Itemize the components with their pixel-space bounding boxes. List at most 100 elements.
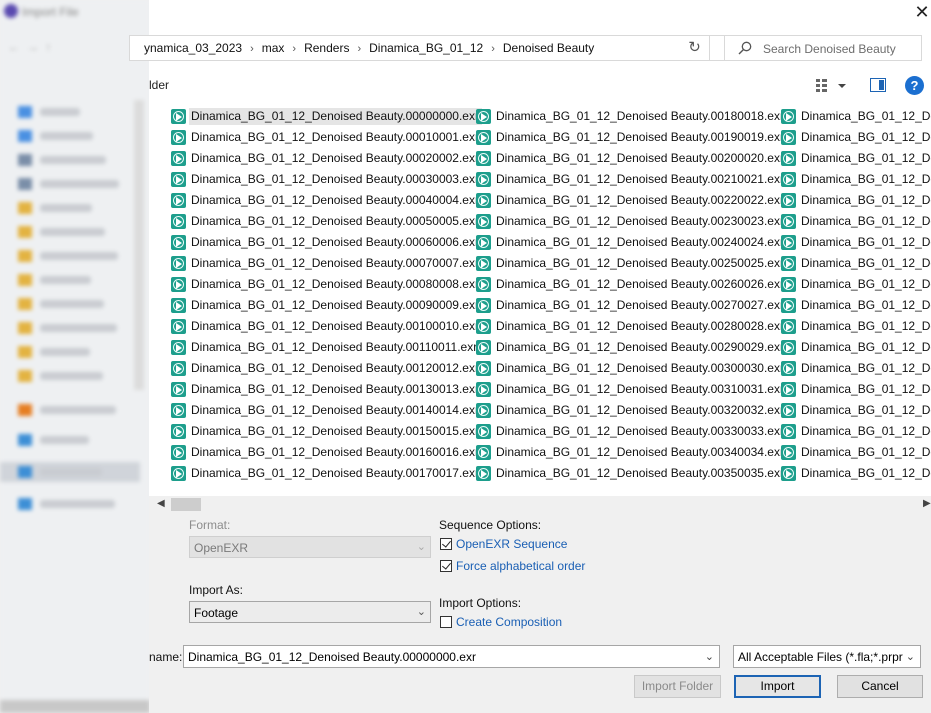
video-file-icon [171, 256, 186, 271]
sidebar-item[interactable]: Media [18, 346, 128, 358]
sidebar-item[interactable]: This PC [18, 466, 128, 478]
preview-pane-icon[interactable] [870, 78, 886, 92]
video-file-icon [476, 361, 491, 376]
import-as-select[interactable]: Footage ⌄ [189, 601, 431, 623]
video-file-icon [171, 235, 186, 250]
scrollbar-thumb[interactable] [171, 498, 201, 511]
sidebar-item[interactable]: Assets [18, 250, 128, 262]
sidebar-item[interactable]: Downloads [18, 130, 128, 142]
sidebar-item[interactable]: Desktop [18, 106, 128, 118]
new-folder-button[interactable]: lder [149, 78, 169, 92]
file-name: Dinamica_BG_01_12_Den [801, 277, 931, 291]
file-name: Dinamica_BG_01_12_Denoised Beauty.000700… [191, 256, 479, 270]
file-name-value[interactable]: Dinamica_BG_01_12_Denoised Beauty.000000… [188, 650, 476, 664]
file-name: Dinamica_BG_01_12_Denoised Beauty.002100… [496, 172, 784, 186]
breadcrumb-item[interactable]: ynamica_03_2023 [144, 41, 242, 55]
video-file-icon [476, 445, 491, 460]
force-alphabetical-label[interactable]: Force alphabetical order [456, 559, 585, 573]
import-button[interactable]: Import [734, 675, 821, 698]
breadcrumb-item[interactable]: max [262, 41, 285, 55]
file-name: Dinamica_BG_01_12_Denoised Beauty.003400… [496, 445, 784, 459]
file-type-select[interactable]: All Acceptable Files (*.fla;*.prpr ⌄ [733, 645, 921, 668]
import-as-value: Footage [194, 606, 239, 620]
file-name: Dinamica_BG_01_12_Denoised Beauty.000000… [189, 108, 482, 125]
file-name: Dinamica_BG_01_12_Den [801, 235, 931, 249]
sidebar-item[interactable]: Library [18, 322, 128, 334]
folder-icon [18, 298, 32, 310]
sidebar-item-label: This PC [40, 468, 102, 476]
sidebar-item-label: Textures [40, 276, 91, 284]
file-name: Dinamica_BG_01_12_Denoised Beauty.001200… [191, 361, 479, 375]
create-composition-label[interactable]: Create Composition [456, 615, 562, 629]
file-name-label: name: [149, 650, 183, 664]
folder-icon [18, 466, 32, 478]
scroll-right-icon[interactable]: ▶ [923, 498, 931, 509]
file-name: Dinamica_BG_01_12_Den [801, 466, 931, 480]
video-file-icon [171, 109, 186, 124]
search-box[interactable] [724, 35, 922, 61]
file-name: Dinamica_BG_01_12_Den [801, 172, 931, 186]
checkbox-unchecked[interactable] [440, 616, 452, 628]
sidebar-item-label: Projects [40, 228, 105, 236]
search-icon [738, 41, 752, 55]
chevron-right-icon: › [357, 43, 362, 55]
file-name: Dinamica_BG_01_12_Denoised Beauty.000900… [191, 298, 479, 312]
horizontal-scrollbar[interactable]: ◀ ▶ [149, 496, 931, 513]
video-file-icon [171, 445, 186, 460]
video-file-icon [781, 235, 796, 250]
video-file-icon [476, 256, 491, 271]
sidebar-item[interactable]: Pictures [18, 178, 128, 190]
video-file-icon [476, 109, 491, 124]
help-icon[interactable]: ? [905, 76, 924, 95]
video-file-icon [781, 214, 796, 229]
sidebar-item[interactable]: OneDrive [18, 434, 128, 446]
checkbox-checked[interactable] [440, 538, 452, 550]
scroll-left-icon[interactable]: ◀ [157, 498, 165, 509]
sidebar-item-label: Pictures [40, 180, 119, 188]
video-file-icon [781, 361, 796, 376]
close-icon[interactable]: ✕ [913, 3, 931, 21]
file-name: Dinamica_BG_01_12_Denoised Beauty.002000… [496, 151, 784, 165]
video-file-icon [476, 403, 491, 418]
file-name: Dinamica_BG_01_12_Denoised Beauty.002700… [496, 298, 784, 312]
breadcrumb-item[interactable]: Denoised Beauty [503, 41, 594, 55]
view-options-icon[interactable] [814, 76, 852, 94]
file-name: Dinamica_BG_01_12_Denoised Beauty.001600… [191, 445, 479, 459]
cancel-button[interactable]: Cancel [837, 675, 923, 698]
file-type-value: All Acceptable Files (*.fla;*.prpr [738, 650, 903, 664]
file-name: Dinamica_BG_01_12_Denoised Beauty.000500… [191, 214, 479, 228]
video-file-icon [171, 403, 186, 418]
file-name: Dinamica_BG_01_12_Denoised Beauty.000300… [191, 172, 479, 186]
breadcrumb-item[interactable]: Dinamica_BG_01_12 [369, 41, 483, 55]
chevron-down-icon: ⌄ [416, 606, 426, 618]
video-file-icon [781, 277, 796, 292]
file-name: Dinamica_BG_01_12_Denoised Beauty.001800… [496, 109, 784, 123]
nav-buttons: ← → ↑ [8, 40, 52, 54]
chevron-down-icon[interactable]: ⌄ [705, 650, 714, 663]
sidebar-item[interactable]: Movies [18, 202, 128, 214]
app-icon [4, 4, 18, 18]
search-input[interactable] [761, 39, 920, 59]
sidebar-item[interactable]: Documents [18, 154, 128, 166]
sidebar-item[interactable]: Textures [18, 274, 128, 286]
sidebar-item[interactable]: Network [18, 498, 128, 510]
video-file-icon [476, 340, 491, 355]
sidebar-item[interactable]: Projects [18, 226, 128, 238]
sidebar-item[interactable]: Renders [18, 298, 128, 310]
refresh-icon[interactable]: ↻ [680, 35, 710, 61]
sidebar-item[interactable]: Models [18, 370, 128, 382]
openexr-sequence-label[interactable]: OpenEXR Sequence [456, 537, 567, 551]
file-name-combobox[interactable]: Dinamica_BG_01_12_Denoised Beauty.000000… [183, 645, 720, 668]
video-file-icon [171, 214, 186, 229]
file-name: Dinamica_BG_01_12_Den [801, 130, 931, 144]
sidebar-item[interactable]: Creative Cloud [18, 404, 128, 416]
breadcrumb-item[interactable]: Renders [304, 41, 349, 55]
sidebar-item-label: Network [40, 500, 115, 508]
checkbox-checked[interactable] [440, 560, 452, 572]
file-name: Dinamica_BG_01_12_Denoised Beauty.002500… [496, 256, 784, 270]
sequence-options-label: Sequence Options: [439, 518, 542, 532]
video-file-icon [171, 151, 186, 166]
address-bar[interactable]: ynamica_03_2023 › max › Renders › Dinamica_BG_… [129, 35, 826, 61]
sidebar-scrollbar [134, 100, 144, 390]
video-file-icon [171, 361, 186, 376]
